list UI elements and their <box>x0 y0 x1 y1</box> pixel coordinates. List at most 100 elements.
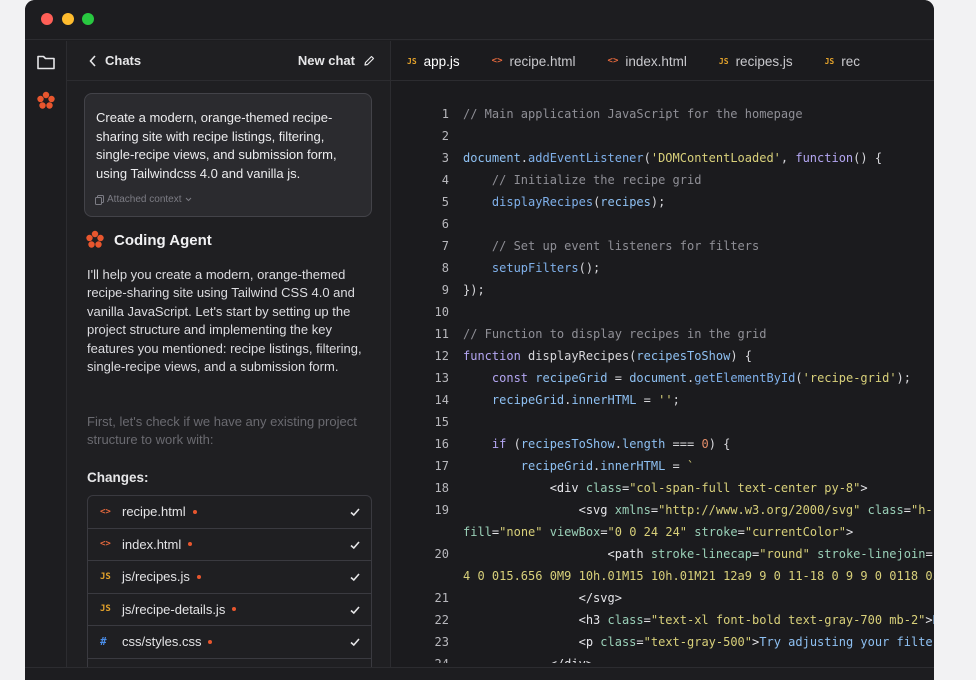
code-token: xmlns <box>614 503 651 517</box>
code-token: <path <box>607 547 651 561</box>
code-token: stroke-linecap <box>650 547 753 561</box>
code-area[interactable]: 1 // Main application JavaScript for the … <box>391 103 934 663</box>
code-text: setupFilters(); <box>463 257 600 279</box>
editor-tab[interactable]: JS rec <box>809 41 876 80</box>
line-number: 18 <box>434 481 449 495</box>
changed-file-name: js/recipe-details.js <box>122 601 226 617</box>
chat-panel: Chats New chat Create a modern, orange-t… <box>67 41 391 680</box>
agent-logo-icon[interactable] <box>35 90 57 112</box>
code-text: // Set up event listeners for filters <box>463 235 759 257</box>
code-token: }); <box>463 283 485 297</box>
code-token: = <box>607 371 630 385</box>
editor-tab[interactable]: JS app.js <box>391 41 476 80</box>
line-number: 8 <box>441 261 449 275</box>
editor-tab[interactable]: JS recipes.js <box>703 41 809 80</box>
code-token: // Function to display recipes in the gr… <box>463 327 767 341</box>
checkmark-icon[interactable] <box>349 506 361 518</box>
code-token: . <box>614 437 622 451</box>
code-line: 20 <path stroke-linecap = "round" stroke-l… <box>391 543 934 565</box>
modified-dot <box>232 607 237 612</box>
code-token: ); <box>896 371 911 385</box>
app-window: Chats New chat Create a modern, orange-t… <box>25 0 934 680</box>
code-line: 17 recipeGrid.innerHTML = ` <box>391 455 934 477</box>
code-token: "h-16 <box>910 503 934 517</box>
code-token: '' <box>658 393 673 407</box>
minimize-window-button[interactable] <box>62 13 74 25</box>
code-token: recipes <box>600 195 651 209</box>
code-token: "text-gray-500" <box>643 635 753 649</box>
chevron-down-icon <box>185 197 191 202</box>
code-token: document <box>463 151 521 165</box>
code-text: // Initialize the recipe grid <box>463 169 702 191</box>
agent-header: Coding Agent <box>84 229 212 251</box>
code-token: = <box>650 503 659 517</box>
code-token: function <box>795 151 854 165</box>
code-token: ); <box>650 195 666 209</box>
changed-file-row[interactable]: <> index.html <box>88 529 371 561</box>
js-file-icon: JS <box>718 56 729 66</box>
editor-tab[interactable]: <> recipe.html <box>476 41 592 80</box>
code-token: // Main application JavaScript for the h… <box>463 107 803 121</box>
code-token: = <box>636 635 644 649</box>
editor-tab-label: app.js <box>423 53 460 69</box>
code-text: // Main application JavaScript for the h… <box>463 103 803 125</box>
changed-file-row[interactable]: JS js/recipes.js <box>88 561 371 594</box>
code-token: ; <box>672 393 680 407</box>
line-number: 15 <box>434 415 449 429</box>
close-window-button[interactable] <box>41 13 53 25</box>
modified-dot <box>196 574 201 579</box>
code-line: 12 function displayRecipes(recipesToShow)… <box>391 345 934 367</box>
maximize-window-button[interactable] <box>82 13 94 25</box>
code-token: No <box>933 613 934 627</box>
code-token: , <box>780 151 796 165</box>
checkmark-icon[interactable] <box>349 539 361 551</box>
checkmark-icon[interactable] <box>349 571 361 583</box>
code-token: (); <box>578 261 601 275</box>
line-number: 17 <box>434 459 449 473</box>
code-token: > <box>846 525 854 539</box>
checkmark-icon[interactable] <box>349 604 361 616</box>
code-token: if <box>491 437 507 451</box>
folder-icon[interactable] <box>35 51 57 73</box>
attached-context-toggle[interactable]: Attached context <box>95 194 192 205</box>
code-text: <h3 class="text-xl font-bold text-gray-7… <box>463 609 934 631</box>
line-number: 3 <box>441 151 449 165</box>
code-token: length <box>621 437 666 451</box>
code-text: displayRecipes(recipes); <box>463 191 665 213</box>
code-line: 11 // Function to display recipes in the … <box>391 323 934 345</box>
code-line: 4 0 015.656 0M9 10h.01M15 10h.01M21 12a9… <box>391 565 934 587</box>
changed-file-row[interactable]: # css/styles.css <box>88 626 371 659</box>
line-number: 7 <box>441 239 449 253</box>
code-token: function <box>463 349 521 363</box>
changed-file-name: js/recipes.js <box>122 569 190 585</box>
code-token: <div <box>549 481 586 495</box>
code-token: displayRecipes <box>491 195 594 209</box>
back-to-chats-button[interactable]: Chats <box>89 53 141 68</box>
editor-tab-label: recipes.js <box>735 53 793 69</box>
code-line: 21 </svg> <box>391 587 934 609</box>
code-text: </div> <box>463 653 593 663</box>
code-text: // Function to display recipes in the gr… <box>463 323 766 345</box>
new-chat-button[interactable]: New chat <box>298 53 375 68</box>
changed-file-row[interactable]: JS js/recipe-details.js <box>88 594 371 626</box>
code-line: 15 <box>391 411 934 433</box>
code-text: <p class="text-gray-500">Try adjusting y… <box>463 631 934 653</box>
code-token: ( <box>643 151 651 165</box>
changed-file-row[interactable]: <> recipe.html <box>88 496 371 529</box>
code-line: 22 <h3 class="text-xl font-bold text-gra… <box>391 609 934 631</box>
code-text: <div class="col-span-full text-center py… <box>463 477 868 499</box>
code-token: // Initialize the recipe grid <box>491 173 702 187</box>
code-token: setupFilters <box>491 261 579 275</box>
code-token: fill <box>463 525 492 539</box>
editor-tab[interactable]: <> index.html <box>592 41 703 80</box>
code-token: () { <box>853 151 883 165</box>
checkmark-icon[interactable] <box>349 636 361 648</box>
code-line: 18 <div class="col-span-full text-center… <box>391 477 934 499</box>
code-line: fill="none" viewBox="0 0 24 24" stroke="… <box>391 521 934 543</box>
activity-rail <box>25 41 67 680</box>
